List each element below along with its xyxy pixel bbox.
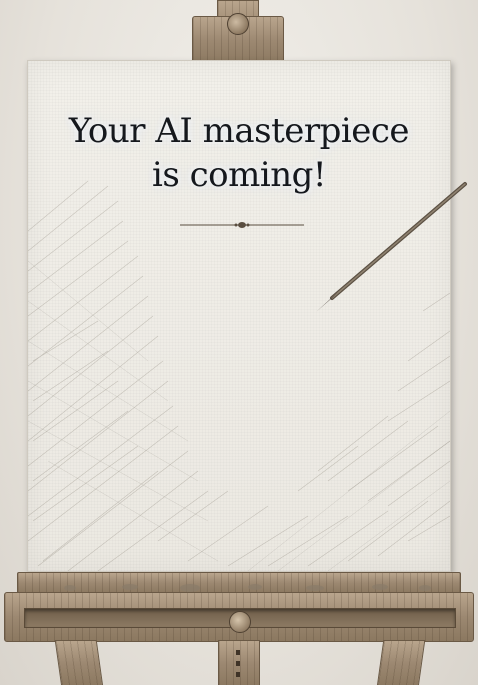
easel-leg-right — [376, 640, 426, 685]
top-knob-icon — [227, 13, 249, 35]
leg-holes — [236, 650, 240, 677]
pencil-icon — [316, 182, 467, 312]
headline-line-1: Your AI masterpiece — [68, 111, 410, 151]
easel-scene: Your AI masterpiece is coming! — [0, 0, 478, 685]
ledge-knob-icon — [229, 611, 251, 633]
ornamental-divider-icon — [180, 222, 304, 228]
easel-leg-left — [54, 640, 104, 685]
